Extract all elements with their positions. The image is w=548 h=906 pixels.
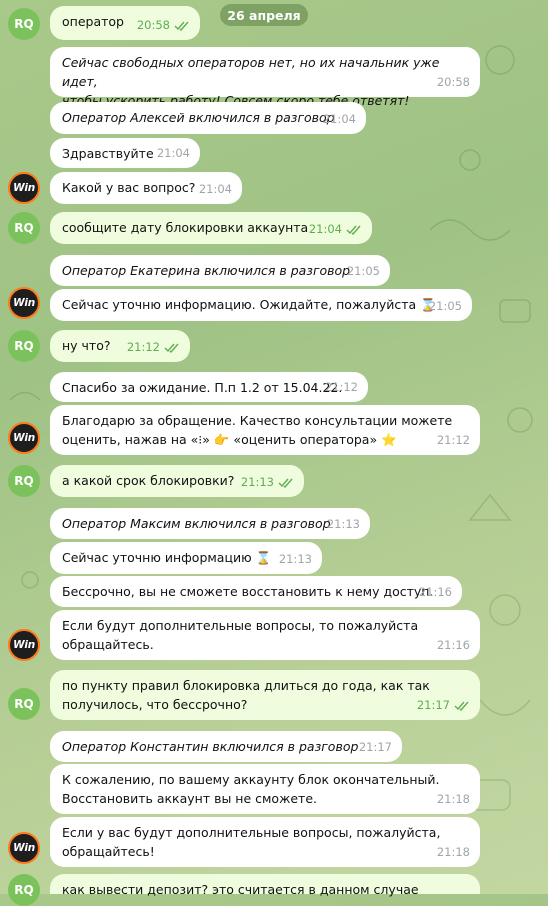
- avatar-logo-text: Win: [13, 182, 35, 194]
- message-bubble[interactable]: Сейчас уточню информацию ⌛ 21:13: [50, 542, 322, 574]
- user-avatar[interactable]: RQ: [8, 212, 40, 244]
- message-bubble[interactable]: Если у вас будут дополнительные вопросы,…: [50, 817, 480, 867]
- message-bubble[interactable]: Сейчас уточню информацию. Ожидайте, пожа…: [50, 289, 472, 321]
- message-text: Оператор Максим включился в разговор: [62, 516, 331, 531]
- message-time: 21:18: [436, 845, 470, 859]
- message-text: Оператор Екатерина включился в разговор: [62, 263, 351, 278]
- message-bubble[interactable]: Сейчас свободных операторов нет, но их н…: [50, 47, 480, 108]
- operator-avatar[interactable]: Win: [8, 629, 40, 661]
- message-bubble[interactable]: Благодарю за обращение. Качество консуль…: [50, 405, 480, 455]
- message-text: как вывести депозит? это считается в дан…: [62, 882, 419, 897]
- message-time: 21:04: [156, 146, 190, 160]
- message-text: Оператор Алексей включился в разговор: [62, 110, 335, 125]
- operator-avatar[interactable]: Win: [8, 287, 40, 319]
- message-bubble[interactable]: как вывести депозит? это считается в дан…: [50, 874, 480, 897]
- message-bubble[interactable]: а какой срок блокировки? 21:13: [50, 465, 304, 497]
- message-bubble[interactable]: Здравствуйте 21:04: [50, 138, 200, 168]
- message-bubble[interactable]: Оператор Екатерина включился в разговор …: [50, 255, 390, 286]
- message-text: Если будут дополнительные вопросы, то по…: [62, 618, 419, 652]
- message-bubble[interactable]: Оператор Алексей включился в разговор 21…: [50, 102, 366, 134]
- read-ticks-icon: [454, 701, 469, 711]
- user-avatar[interactable]: RQ: [8, 874, 40, 906]
- message-bubble[interactable]: Оператор Константин включился в разговор…: [50, 731, 402, 762]
- message-time: 21:16: [436, 638, 470, 652]
- message-bubble[interactable]: по пункту правил блокировка длиться до г…: [50, 670, 480, 720]
- avatar-initials: RQ: [14, 339, 34, 353]
- message-time: 21:16: [418, 585, 452, 599]
- user-avatar[interactable]: RQ: [8, 465, 40, 497]
- message-text: Бессрочно, вы не сможете восстановить к …: [62, 584, 434, 599]
- avatar-initials: RQ: [14, 17, 34, 31]
- message-text: К сожалению, по вашему аккаунту блок око…: [62, 772, 440, 806]
- message-bubble[interactable]: оператор 20:58: [50, 6, 200, 40]
- message-time: 21:17: [416, 698, 450, 712]
- read-ticks-icon: [278, 478, 293, 488]
- message-text: Благодарю за обращение. Качество консуль…: [62, 413, 453, 447]
- message-text: Сейчас уточню информацию. Ожидайте, пожа…: [62, 297, 436, 312]
- message-time: 21:04: [198, 182, 232, 196]
- user-avatar[interactable]: RQ: [8, 330, 40, 362]
- date-separator: 26 апреля: [220, 4, 308, 26]
- message-text: Если у вас будут дополнительные вопросы,…: [62, 825, 441, 859]
- message-time: 21:13: [326, 517, 360, 531]
- message-text: по пункту правил блокировка длиться до г…: [62, 678, 430, 712]
- message-bubble[interactable]: Какой у вас вопрос? 21:04: [50, 172, 242, 204]
- avatar-logo-text: Win: [13, 432, 35, 444]
- read-ticks-icon: [346, 225, 361, 235]
- message-time: 21:12: [126, 340, 160, 354]
- message-time: 20:58: [136, 18, 170, 32]
- user-avatar[interactable]: RQ: [8, 8, 40, 40]
- read-ticks-icon: [174, 21, 189, 31]
- message-time: 21:13: [240, 475, 274, 489]
- message-time: 21:04: [322, 112, 356, 126]
- operator-avatar[interactable]: Win: [8, 832, 40, 864]
- message-bubble[interactable]: Если будут дополнительные вопросы, то по…: [50, 610, 480, 660]
- message-text: Сейчас уточню информацию ⌛: [62, 550, 272, 565]
- avatar-initials: RQ: [14, 221, 34, 235]
- message-time: 21:12: [436, 433, 470, 447]
- message-bubble[interactable]: Спасибо за ожидание. П.п 1.2 от 15.04.22…: [50, 372, 368, 402]
- message-bubble[interactable]: К сожалению, по вашему аккаунту блок око…: [50, 764, 480, 814]
- avatar-logo-text: Win: [13, 297, 35, 309]
- avatar-logo-text: Win: [13, 842, 35, 854]
- read-ticks-icon: [164, 343, 179, 353]
- avatar-initials: RQ: [14, 474, 34, 488]
- message-bubble[interactable]: Бессрочно, вы не сможете восстановить к …: [50, 576, 462, 607]
- message-time: 20:58: [436, 75, 470, 89]
- operator-avatar[interactable]: Win: [8, 172, 40, 204]
- message-bubble[interactable]: сообщите дату блокировки аккаунта 21:04: [50, 212, 372, 244]
- message-time: 21:17: [358, 740, 392, 754]
- avatar-initials: RQ: [14, 883, 34, 897]
- message-text: Оператор Константин включился в разговор: [62, 739, 359, 754]
- message-time: 21:18: [436, 792, 470, 806]
- message-time: 21:12: [324, 380, 358, 394]
- message-text: Спасибо за ожидание. П.п 1.2 от 15.04.22…: [62, 380, 343, 395]
- avatar-initials: RQ: [14, 697, 34, 711]
- user-avatar[interactable]: RQ: [8, 688, 40, 720]
- message-time: 21:13: [278, 552, 312, 566]
- operator-avatar[interactable]: Win: [8, 422, 40, 454]
- message-bubble[interactable]: ну что? 21:12: [50, 330, 190, 362]
- avatar-logo-text: Win: [13, 639, 35, 651]
- message-time: 21:04: [308, 222, 342, 236]
- message-bubble[interactable]: Оператор Максим включился в разговор 21:…: [50, 508, 370, 539]
- message-time: 21:05: [346, 264, 380, 278]
- message-time: 21:05: [428, 299, 462, 313]
